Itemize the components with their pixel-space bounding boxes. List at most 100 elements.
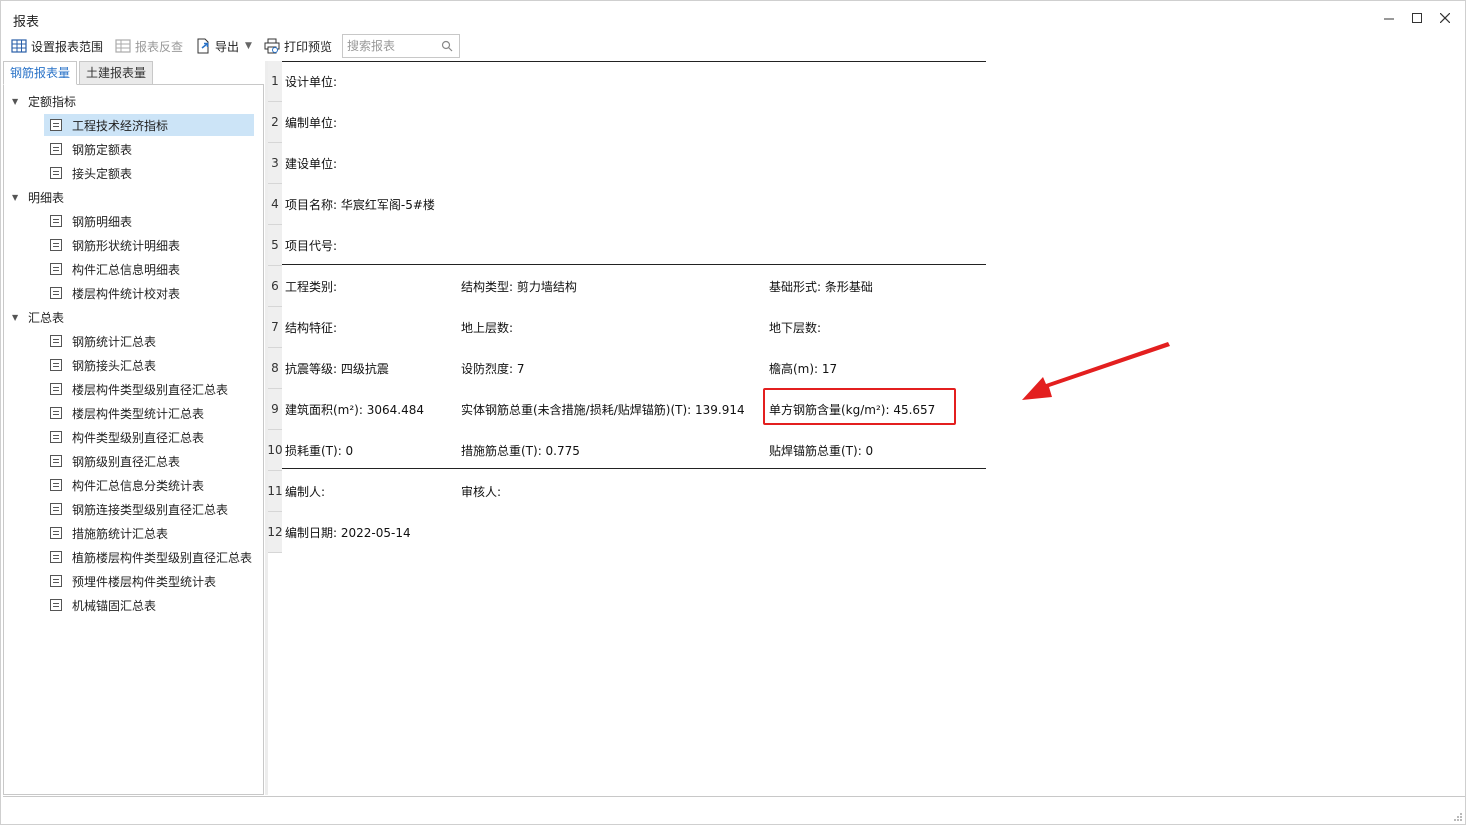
report-tree-panel: 钢筋报表量 土建报表量 ▼ 定额指标 工程技术经济指标 钢筋定额表 接头定额表 bbox=[3, 61, 264, 795]
reviewer: 审核人: bbox=[461, 485, 502, 499]
tree-item-floor-type-grade-diameter[interactable]: 楼层构件类型级别直径汇总表 bbox=[44, 378, 254, 400]
document-icon bbox=[50, 215, 62, 227]
tree-item-grade-diameter[interactable]: 钢筋级别直径汇总表 bbox=[44, 450, 254, 472]
tree-item-embedded-part-stat[interactable]: 预埋件楼层构件类型统计表 bbox=[44, 570, 254, 592]
tree-item-label: 构件类型级别直径汇总表 bbox=[72, 430, 205, 445]
tree-item-floor-component-check[interactable]: 楼层构件统计校对表 bbox=[44, 282, 254, 304]
document-icon bbox=[50, 527, 62, 539]
row-number: 10 bbox=[267, 430, 283, 471]
report-preview: 1 2 3 4 5 6 7 8 9 10 11 12 设计单位: 编制单位: 建… bbox=[267, 61, 1465, 795]
collapse-caret-icon[interactable]: ▼ bbox=[12, 97, 22, 106]
foundation-type: 基础形式: 条形基础 bbox=[769, 280, 873, 294]
structure-type: 结构类型: 剪力墙结构 bbox=[461, 280, 577, 294]
export-label: 导出 bbox=[215, 39, 240, 54]
design-unit: 设计单位: bbox=[285, 75, 338, 89]
tree-item-floor-type-stat[interactable]: 楼层构件类型统计汇总表 bbox=[44, 402, 254, 424]
highlight-annotation-box bbox=[763, 388, 956, 425]
collapse-caret-icon[interactable]: ▼ bbox=[12, 193, 22, 202]
tree-item-label: 钢筋定额表 bbox=[72, 142, 133, 157]
tree-item-rebar-quota[interactable]: 钢筋定额表 bbox=[44, 138, 254, 160]
document-icon bbox=[50, 263, 62, 275]
row-number: 4 bbox=[268, 184, 282, 225]
window-title: 报表 bbox=[13, 15, 40, 30]
tree-item-label: 楼层构件统计校对表 bbox=[72, 286, 181, 301]
loss-weight: 损耗重(T): 0 bbox=[285, 444, 354, 458]
document-icon bbox=[50, 143, 62, 155]
search-icon[interactable] bbox=[441, 40, 453, 52]
eave-height: 檐高(m): 17 bbox=[769, 362, 838, 376]
tree-group-label: 汇总表 bbox=[28, 310, 65, 325]
search-input[interactable] bbox=[346, 36, 441, 56]
tab-civil-report[interactable]: 土建报表量 bbox=[79, 61, 154, 85]
row-number: 5 bbox=[268, 225, 282, 266]
document-icon bbox=[50, 599, 62, 611]
row-number: 8 bbox=[268, 348, 282, 389]
tree-group-summary[interactable]: ▼ 汇总表 bbox=[12, 306, 64, 328]
printer-icon bbox=[264, 38, 280, 54]
tree-group-detail[interactable]: ▼ 明细表 bbox=[12, 186, 64, 208]
tree-item-rebar-detail[interactable]: 钢筋明细表 bbox=[44, 210, 254, 232]
compile-date: 编制日期: 2022-05-14 bbox=[285, 526, 411, 540]
tree-item-rebar-stat-summary[interactable]: 钢筋统计汇总表 bbox=[44, 330, 254, 352]
window-controls bbox=[1377, 7, 1457, 29]
document-icon bbox=[50, 479, 62, 491]
tree-group-quota-index[interactable]: ▼ 定额指标 bbox=[12, 90, 76, 112]
tab-rebar-report[interactable]: 钢筋报表量 bbox=[3, 61, 78, 85]
tree-item-engineering-index[interactable]: 工程技术经济指标 bbox=[44, 114, 254, 136]
row-number: 3 bbox=[268, 143, 282, 184]
seismic-grade: 抗震等级: 四级抗震 bbox=[285, 362, 389, 376]
document-icon bbox=[50, 575, 62, 587]
document-icon bbox=[50, 119, 62, 131]
report-divider bbox=[282, 264, 986, 265]
project-name: 项目名称: 华宸红军阁-5#楼 bbox=[285, 198, 435, 212]
maximize-button[interactable] bbox=[1405, 7, 1429, 29]
tree-item-measure-rebar-summary[interactable]: 措施筋统计汇总表 bbox=[44, 522, 254, 544]
status-bar bbox=[3, 796, 1465, 824]
tree-item-connection-grade-diameter[interactable]: 钢筋连接类型级别直径汇总表 bbox=[44, 498, 254, 520]
print-preview-button[interactable]: 打印预览 bbox=[260, 35, 336, 57]
export-dropdown-caret-icon[interactable]: ▼ bbox=[245, 41, 252, 51]
search-box[interactable] bbox=[341, 34, 460, 58]
red-arrow-icon bbox=[1022, 342, 1170, 400]
tree-item-label: 钢筋明细表 bbox=[72, 214, 133, 229]
tree-item-planted-rebar-summary[interactable]: 植筋楼层构件类型级别直径汇总表 bbox=[44, 546, 254, 568]
print-preview-label: 打印预览 bbox=[283, 39, 332, 54]
document-icon bbox=[50, 551, 62, 563]
collapse-caret-icon[interactable]: ▼ bbox=[12, 313, 22, 322]
tree-item-mechanical-anchor[interactable]: 机械锚固汇总表 bbox=[44, 594, 254, 616]
solid-rebar-weight: 实体钢筋总重(未含措施/损耗/贴焊锚筋)(T): 139.914 bbox=[461, 403, 745, 417]
document-icon bbox=[50, 407, 62, 419]
weld-anchor-weight: 贴焊锚筋总重(T): 0 bbox=[769, 444, 874, 458]
report-type-tabs: 钢筋报表量 土建报表量 bbox=[3, 61, 155, 85]
document-icon bbox=[50, 335, 62, 347]
build-unit: 建设单位: bbox=[285, 157, 338, 171]
report-reverse-button[interactable]: 报表反查 bbox=[111, 35, 187, 57]
tree-item-rebar-shape-detail[interactable]: 钢筋形状统计明细表 bbox=[44, 234, 254, 256]
row-number: 7 bbox=[268, 307, 282, 348]
set-report-range-button[interactable]: 设置报表范围 bbox=[7, 35, 107, 57]
structure-feature: 结构特征: bbox=[285, 321, 338, 335]
tree-item-rebar-joint-summary[interactable]: 钢筋接头汇总表 bbox=[44, 354, 254, 376]
measure-rebar-weight: 措施筋总重(T): 0.775 bbox=[461, 444, 580, 458]
toolbar: 设置报表范围 报表反查 导出 ▼ 打印预览 搜索报表 bbox=[1, 33, 1465, 59]
row-number: 12 bbox=[267, 512, 283, 553]
minimize-button[interactable] bbox=[1377, 7, 1401, 29]
export-button[interactable]: 导出 ▼ bbox=[191, 35, 256, 57]
tree-item-type-grade-diameter[interactable]: 构件类型级别直径汇总表 bbox=[44, 426, 254, 448]
tree-item-label: 构件汇总信息明细表 bbox=[72, 262, 181, 277]
close-button[interactable] bbox=[1433, 7, 1457, 29]
tree-item-label: 机械锚固汇总表 bbox=[72, 598, 157, 613]
resize-grip-icon[interactable] bbox=[1453, 812, 1463, 822]
tree-item-component-class-stat[interactable]: 构件汇总信息分类统计表 bbox=[44, 474, 254, 496]
tree-item-label: 植筋楼层构件类型级别直径汇总表 bbox=[72, 550, 253, 565]
tree-item-label: 钢筋统计汇总表 bbox=[72, 334, 157, 349]
row-number: 2 bbox=[268, 102, 282, 143]
project-type: 工程类别: bbox=[285, 280, 338, 294]
tree-item-label: 构件汇总信息分类统计表 bbox=[72, 478, 205, 493]
document-icon bbox=[50, 431, 62, 443]
grid-reverse-icon bbox=[115, 39, 131, 53]
tree-item-label: 钢筋连接类型级别直径汇总表 bbox=[72, 502, 229, 517]
minimize-icon bbox=[1384, 18, 1394, 20]
tree-item-joint-quota[interactable]: 接头定额表 bbox=[44, 162, 254, 184]
tree-item-component-summary-detail[interactable]: 构件汇总信息明细表 bbox=[44, 258, 254, 280]
